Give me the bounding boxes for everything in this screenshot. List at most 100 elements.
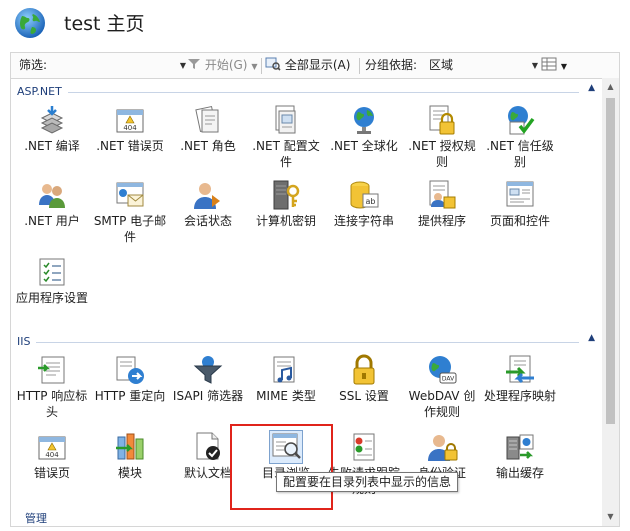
modules-icon [116,433,144,460]
tooltip: 配置要在目录列表中显示的信息 [276,472,459,492]
feature-label: .NET 配置文件 [252,139,320,169]
error-page-404-icon: 404 [38,436,66,460]
chevron-down-icon[interactable]: ▼ [561,62,567,71]
feature-label: SSL 设置 [339,389,389,403]
scroll-up-arrow-icon[interactable]: ▲ [602,80,619,94]
filter-input[interactable]: ▼ [59,53,191,78]
scrollbar-thumb[interactable] [606,98,615,424]
providers-icon [429,180,456,209]
group-divider [17,92,579,93]
feature-tile[interactable]: HTTP 响应标头 [13,354,91,420]
view-mode-button[interactable]: ▼ [541,53,567,78]
feature-label: 会话状态 [183,214,232,228]
feature-label: .NET 角色 [180,139,236,153]
feature-tile[interactable]: 模块 [91,431,169,481]
compile-icon [40,106,64,134]
group-divider [17,342,579,343]
collapse-caret-icon[interactable]: ▲ [588,333,595,343]
feature-tile[interactable]: 页面和控件 [481,179,559,229]
feature-tile[interactable]: 404 错误页 [13,431,91,481]
feature-tile[interactable]: .NET 角色 [169,104,247,154]
feature-tile[interactable]: DAV WebDAV 创作规则 [403,354,481,420]
vertical-scrollbar[interactable]: ▲ ▼ [602,78,619,526]
session-state-icon [194,183,220,209]
feature-tile[interactable]: 404 .NET 错误页 [91,104,169,154]
app-settings-icon [39,258,65,286]
chevron-down-icon[interactable]: ▼ [180,53,186,78]
feature-label: .NET 全球化 [330,139,398,153]
feature-tile[interactable]: ab 连接字符串 [325,179,403,229]
feature-tile[interactable]: MIME 类型 [247,354,325,404]
feature-label: 错误页 [33,466,70,480]
highlight-box [230,424,333,510]
svg-text:404: 404 [123,124,137,132]
feature-label: 应用程序设置 [15,291,88,305]
feature-label: .NET 授权规则 [408,139,476,169]
feature-tile[interactable]: 输出缓存 [481,431,559,481]
feature-label: 处理程序映射 [483,389,556,403]
filter-toolbar: 筛选: ▼ 开始(G) ▼ 全部显示(A) 分组依据: 区域 ▼ ▼ [10,52,620,79]
feature-tile[interactable]: .NET 全球化 [325,104,403,154]
feature-label: ISAPI 筛选器 [172,389,244,403]
feature-tile[interactable]: SMTP 电子邮件 [91,179,169,245]
group-header-aspnet[interactable]: ASP.NET ▲ [17,83,597,99]
feature-label: HTTP 重定向 [94,389,166,403]
view-grid-icon [541,57,557,71]
globalization-icon [354,107,374,134]
feature-tile[interactable]: 计算机密钥 [247,179,325,229]
feature-tile[interactable]: SSL 设置 [325,354,403,404]
globe-icon [15,8,45,38]
feature-tile[interactable]: .NET 配置文件 [247,104,325,170]
feature-tile[interactable]: 应用程序设置 [13,256,91,306]
feature-tile[interactable]: ISAPI 筛选器 [169,354,247,404]
feature-label: HTTP 响应标头 [16,389,88,419]
feature-label: 提供程序 [417,214,466,228]
output-cache-icon [506,434,534,460]
feature-label: .NET 用户 [24,214,80,228]
group-title: ASP.NET [17,85,68,98]
page-header: test 主页 [0,0,630,48]
feature-label: 计算机密钥 [255,214,316,228]
feature-label: 页面和控件 [489,214,550,228]
ssl-lock-icon [353,354,375,385]
feature-label: 模块 [117,466,142,480]
group-by-label: 分组依据: [365,58,418,72]
feature-tile[interactable]: 提供程序 [403,179,481,229]
authentication-icon [428,435,458,461]
feature-tile[interactable]: .NET 编译 [13,104,91,154]
failed-request-tracing-icon [353,433,375,461]
scroll-down-arrow-icon[interactable]: ▼ [602,510,619,524]
connection-string-icon: ab [350,181,379,209]
handler-mappings-icon [506,355,534,384]
profile-icon [275,105,296,134]
filter-label: 筛选: [19,58,48,72]
start-filter-button[interactable]: 开始(G) ▼ [187,53,257,78]
svg-text:DAV: DAV [442,376,455,383]
funnel-icon [188,59,200,69]
feature-tile[interactable]: 会话状态 [169,179,247,229]
chevron-down-icon[interactable]: ▼ [251,62,257,71]
feature-label: SMTP 电子邮件 [93,214,167,244]
svg-text:404: 404 [45,451,59,459]
isapi-filter-icon [193,356,223,384]
chevron-down-icon[interactable]: ▼ [532,53,538,78]
feature-tile[interactable]: .NET 授权规则 [403,104,481,170]
roles-icon [195,105,219,133]
group-title: IIS [17,335,37,348]
toolbar-divider [261,58,262,74]
feature-tile[interactable]: 处理程序映射 [481,354,559,404]
svg-text:ab: ab [366,197,376,206]
group-by-select[interactable]: 区域 ▼ [429,53,543,78]
feature-label: .NET 错误页 [96,139,164,153]
feature-tile[interactable]: .NET 用户 [13,179,91,229]
next-group-title-partial[interactable]: 管理 [25,510,47,526]
page-title: test 主页 [64,13,145,35]
group-by-value[interactable]: 区域 [429,58,453,72]
feature-label: 连接字符串 [333,214,394,228]
group-header-iis[interactable]: IIS ▲ [17,333,597,349]
feature-tile[interactable]: .NET 信任级别 [481,104,559,170]
feature-tile[interactable]: HTTP 重定向 [91,354,169,404]
show-all-icon [265,57,281,71]
collapse-caret-icon[interactable]: ▲ [588,83,595,93]
show-all-button[interactable]: 全部显示(A) [265,53,350,78]
